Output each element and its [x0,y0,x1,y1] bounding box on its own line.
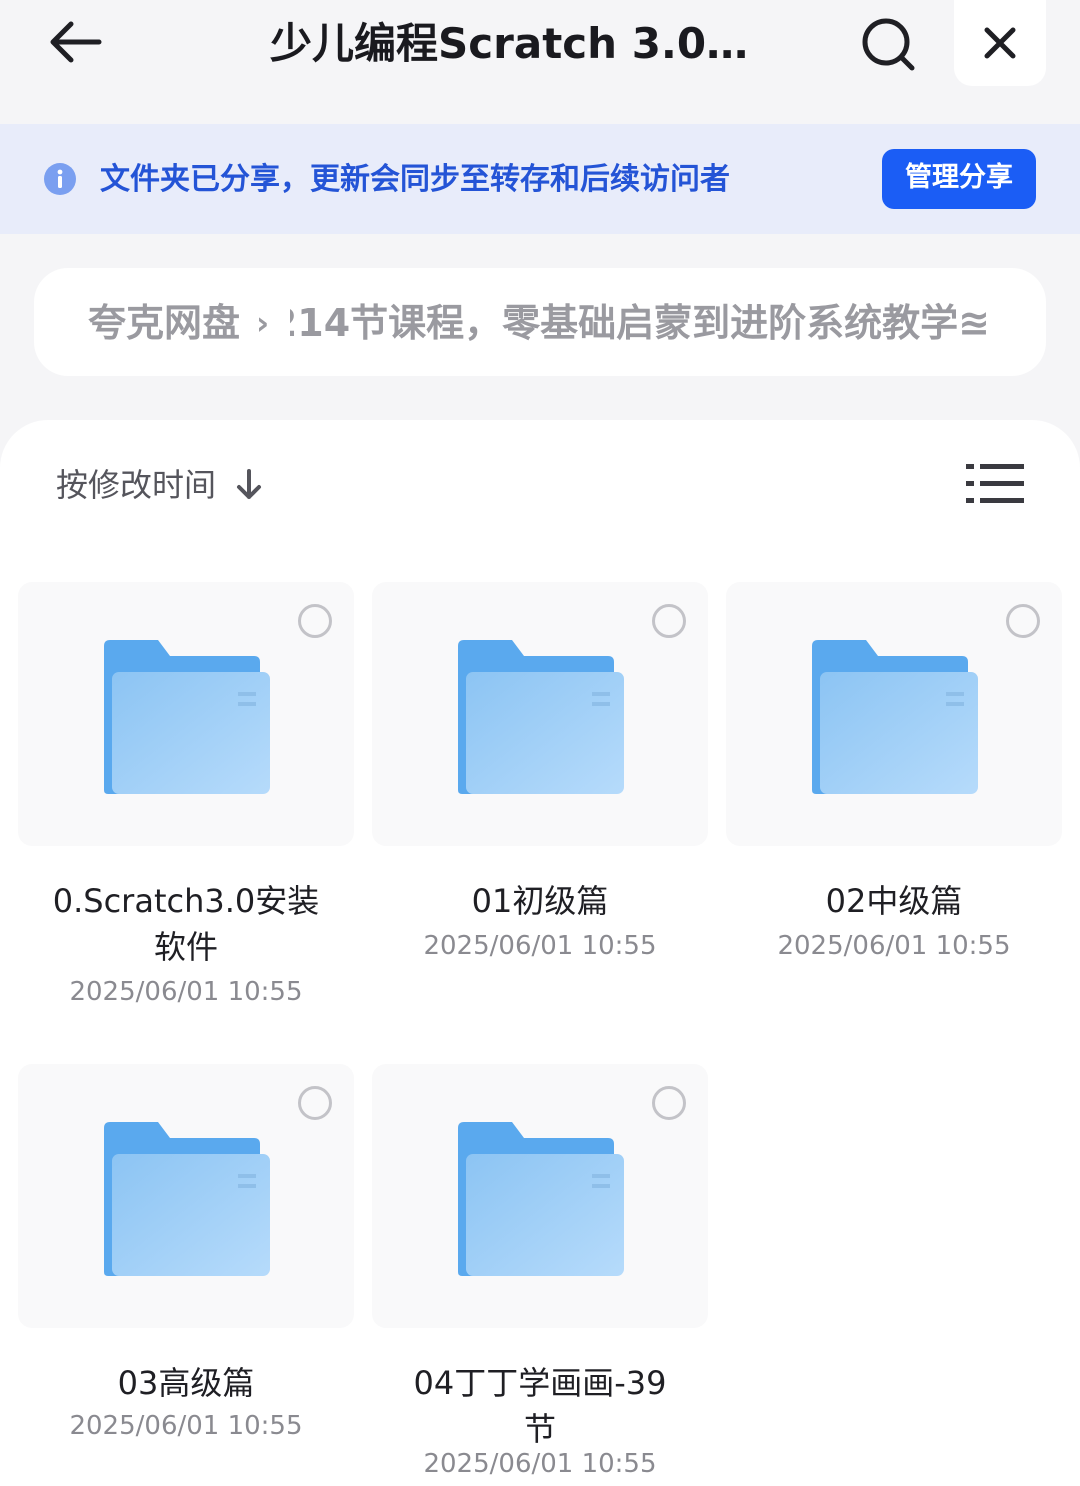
folder-card[interactable] [18,582,354,846]
folder-icon [458,1122,624,1276]
folder-name[interactable]: 01初级篇 [372,878,708,924]
breadcrumb-root[interactable]: 夸克网盘 [88,298,240,348]
modified-time: 2025/06/01 10:55 [423,1449,657,1479]
manage-share-button[interactable]: 管理分享 [882,149,1036,209]
folder-icon [104,1122,270,1276]
select-checkbox[interactable] [652,1086,686,1120]
page-title: 少儿编程Scratch 3.0全… [270,19,790,68]
folder-name[interactable]: 02中级篇 [726,878,1062,924]
arrow-left-icon [50,21,102,63]
folder-icon [458,640,624,794]
top-bar: 少儿编程Scratch 3.0全… [0,0,1080,124]
sort-selector[interactable]: 按修改时间 [56,460,264,510]
folder-card[interactable] [18,1064,354,1328]
breadcrumb-separator: › [256,304,270,342]
select-checkbox[interactable] [1006,604,1040,638]
folder-icon [104,640,270,794]
modified-time: 2025/06/01 10:55 [777,931,1011,961]
folder-name[interactable]: 03高级篇 [18,1360,354,1406]
modified-time: 2025/06/01 10:55 [423,931,657,961]
info-icon [44,163,76,195]
select-checkbox[interactable] [298,1086,332,1120]
modified-time: 2025/06/01 10:55 [69,1411,303,1441]
folder-name[interactable]: 0.Scratch3.0安装 [18,878,354,924]
sort-label: 按修改时间 [56,466,217,504]
arrow-down-icon [234,468,264,502]
close-icon [984,27,1016,59]
breadcrumb-current: ≊214节课程，零基础启蒙到进阶系统教学 [290,301,990,345]
back-button[interactable] [40,12,110,72]
folder-name[interactable]: 软件 [18,924,354,970]
select-checkbox[interactable] [298,604,332,638]
breadcrumb: 夸克网盘 › ≊214节课程，零基础启蒙到进阶系统教学 [34,268,1046,376]
select-checkbox[interactable] [652,604,686,638]
close-button[interactable] [954,0,1046,86]
modified-time: 2025/06/01 10:55 [69,977,303,1007]
list-view-icon[interactable] [966,462,1024,506]
search-button[interactable] [856,12,920,76]
share-banner-text: 文件夹已分享，更新会同步至转存和后续访问者 [100,162,730,197]
search-icon [862,18,915,71]
folder-name[interactable]: 04丁丁学画画-39 [372,1360,708,1406]
folder-card[interactable] [372,1064,708,1328]
folder-icon [812,640,978,794]
folder-card[interactable] [726,582,1062,846]
folder-card[interactable] [372,582,708,846]
